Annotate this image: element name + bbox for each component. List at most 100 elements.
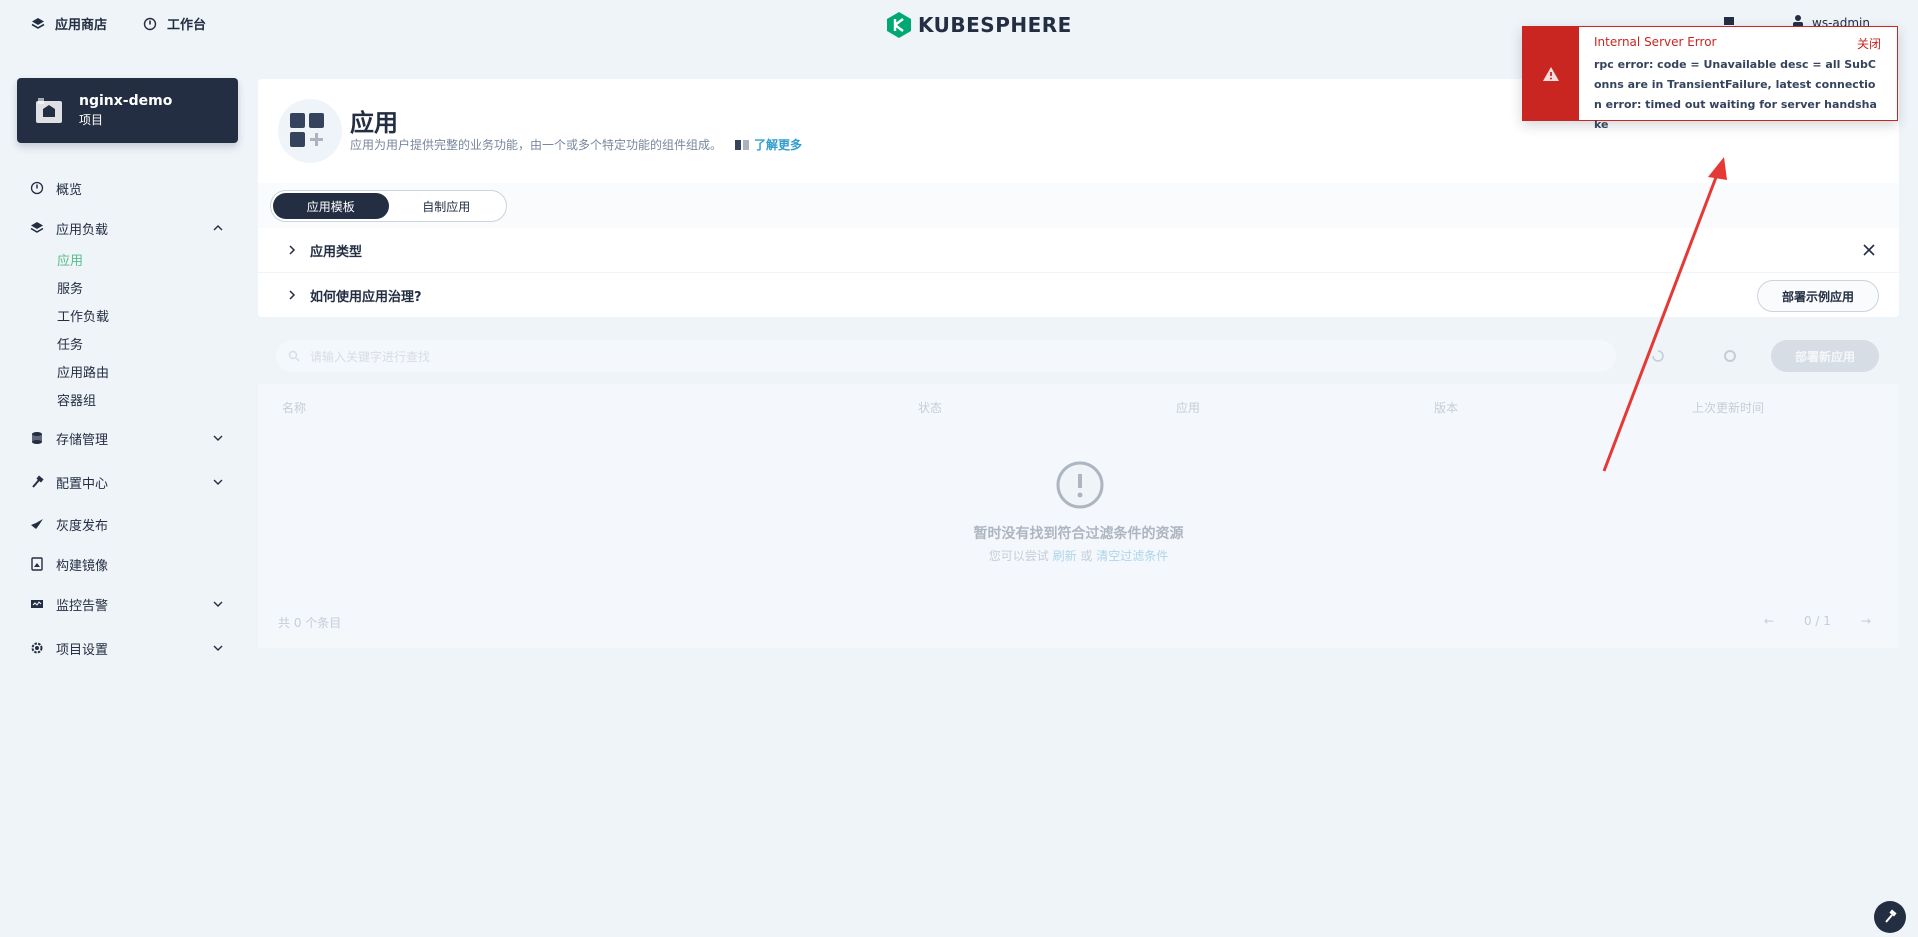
tab-app-templates[interactable]: 应用模板 xyxy=(273,193,389,219)
sidebar-item-label: 构建镜像 xyxy=(56,558,109,574)
deploy-sample-app-button[interactable]: 部署示例应用 xyxy=(1756,280,1879,312)
layers-icon xyxy=(30,221,44,235)
tab-composed-apps[interactable]: 自制应用 xyxy=(389,193,505,219)
database-icon xyxy=(30,431,44,445)
hammer-icon xyxy=(30,475,44,489)
sidebar-item-workloads[interactable]: 应用负载 xyxy=(30,208,225,248)
warning-icon xyxy=(1054,459,1106,511)
bird-icon xyxy=(30,517,44,531)
chevron-down-icon xyxy=(211,641,225,655)
sidebar-item-build-image[interactable]: 构建镜像 xyxy=(30,544,225,584)
monitor-icon xyxy=(30,597,44,611)
sidebar-item-label: 灰度发布 xyxy=(56,518,109,534)
grid-plus-icon xyxy=(290,113,324,147)
refresh-icon[interactable] xyxy=(1650,348,1666,364)
sidebar-item-storage[interactable]: 存储管理 xyxy=(30,416,225,460)
column-header-status: 状态 xyxy=(918,401,943,415)
tabs-bar: 应用模板 自制应用 xyxy=(258,183,1899,228)
empty-title: 暂时没有找到符合过滤条件的资源 xyxy=(973,526,1184,542)
sidebar-item-label: 配置中心 xyxy=(56,476,109,492)
sidebar-item-grayscale[interactable]: 灰度发布 xyxy=(30,504,225,544)
deploy-new-app-button[interactable]: 部署新应用 xyxy=(1770,340,1879,372)
image-build-icon xyxy=(30,557,44,571)
search-input[interactable]: 请输入关键字进行查找 xyxy=(276,340,1616,372)
book-icon xyxy=(735,139,750,150)
app-types-row[interactable]: 应用类型 xyxy=(258,228,1899,273)
learn-more-label: 了解更多 xyxy=(754,138,803,152)
page-indicator: 0 / 1 xyxy=(1803,614,1831,628)
sidebar-subitem-pods[interactable]: 容器组 xyxy=(57,388,225,416)
sidebar-subitem-apps[interactable]: 应用 xyxy=(57,248,225,276)
error-close-button[interactable]: 关闭 xyxy=(1857,35,1881,52)
chevron-down-icon xyxy=(211,431,225,445)
description-text: 应用为用户提供完整的业务功能，由一个或多个特定功能的组件组成。 xyxy=(350,138,723,152)
empty-prefix: 您可以尝试 xyxy=(988,549,1049,563)
project-icon xyxy=(33,95,65,127)
table-header: 名称 状态 应用 版本 上次更新时间 xyxy=(258,384,1899,429)
project-type: 项目 xyxy=(79,113,104,127)
page-title: 应用 xyxy=(350,109,398,137)
sidebar-item-label: 存储管理 xyxy=(56,432,109,448)
learn-more-link[interactable]: 了解更多 xyxy=(734,136,802,153)
app-store-link[interactable]: 应用商店 xyxy=(31,14,107,33)
sidebar-item-config[interactable]: 配置中心 xyxy=(30,460,225,504)
page-description: 应用为用户提供完整的业务功能，由一个或多个特定功能的组件组成。 了解更多 xyxy=(350,136,802,153)
table-toolbar: 请输入关键字进行查找 部署新应用 xyxy=(258,328,1899,384)
chevron-right-icon xyxy=(286,289,298,301)
chevron-right-icon xyxy=(286,244,298,256)
app-icon xyxy=(278,99,342,163)
chevron-down-icon xyxy=(211,475,225,489)
column-header-updated[interactable]: 上次更新时间 xyxy=(1692,399,1764,416)
empty-or: 或 xyxy=(1080,549,1093,563)
kubesphere-logo-icon xyxy=(887,12,911,38)
sidebar-item-label: 应用负载 xyxy=(56,222,109,238)
sidebar-item-label: 项目设置 xyxy=(56,642,109,658)
sidebar-subitem-routes[interactable]: 应用路由 xyxy=(57,360,225,388)
sidebar-subitem-services[interactable]: 服务 xyxy=(57,276,225,304)
gear-icon[interactable] xyxy=(1722,348,1738,364)
chevron-up-icon xyxy=(211,221,225,235)
search-icon xyxy=(288,350,300,362)
column-header-name[interactable]: 名称 xyxy=(282,399,306,416)
logo-text: KUBESPHERE xyxy=(918,13,1072,37)
refresh-link[interactable]: 刷新 xyxy=(1053,549,1077,563)
app-table: 请输入关键字进行查找 部署新应用 名称 状态 应用 版本 上次更新时间 暂时没有… xyxy=(258,328,1899,658)
dashboard-icon xyxy=(30,181,44,195)
clear-filters-link[interactable]: 清空过滤条件 xyxy=(1096,549,1168,563)
dashboard-icon xyxy=(143,17,157,31)
app-tabs: 应用模板 自制应用 xyxy=(270,190,507,222)
sidebar-item-label: 监控告警 xyxy=(56,598,109,614)
prev-page-icon[interactable]: ← xyxy=(1764,614,1774,628)
error-message: rpc error: code = Unavailable desc = all… xyxy=(1594,58,1877,131)
close-icon[interactable] xyxy=(1861,242,1877,258)
pagination: ← 0 / 1 → xyxy=(1764,614,1871,628)
app-store-label: 应用商店 xyxy=(55,18,108,33)
column-header-version: 版本 xyxy=(1434,401,1459,415)
empty-subtitle: 您可以尝试 刷新 或 清空过滤条件 xyxy=(258,547,1899,564)
next-page-icon[interactable]: → xyxy=(1861,614,1871,628)
app-governance-label: 如何使用应用治理? xyxy=(310,289,422,305)
workbench-link[interactable]: 工作台 xyxy=(143,14,206,33)
table-footer: 共 0 个条目 ← 0 / 1 → xyxy=(258,594,1899,648)
sidebar-subitem-workloads[interactable]: 工作负载 xyxy=(57,304,225,332)
workbench-label: 工作台 xyxy=(167,18,207,33)
error-side xyxy=(1523,27,1579,120)
search-placeholder: 请输入关键字进行查找 xyxy=(310,349,431,364)
app-types-label: 应用类型 xyxy=(310,244,363,260)
warning-triangle-icon xyxy=(1543,66,1559,81)
sidebar-subitem-jobs[interactable]: 任务 xyxy=(57,332,225,360)
sidebar-item-settings[interactable]: 项目设置 xyxy=(30,624,225,672)
project-card[interactable]: nginx-demo 项目 xyxy=(17,78,238,143)
error-title: Internal Server Error xyxy=(1594,35,1717,49)
sidebar-nav: 概览 应用负载 应用 服务 工作负载 任务 应用路由 容器组 存储管理 配置中心… xyxy=(30,168,225,672)
sidebar-item-overview[interactable]: 概览 xyxy=(30,168,225,208)
empty-state: 暂时没有找到符合过滤条件的资源 您可以尝试 刷新 或 清空过滤条件 xyxy=(258,429,1899,594)
kubesphere-logo[interactable]: KUBESPHERE xyxy=(886,11,1072,39)
error-notification: Internal Server Error 关闭 rpc error: code… xyxy=(1522,26,1898,131)
app-governance-row[interactable]: 如何使用应用治理? 部署示例应用 xyxy=(258,273,1899,318)
hammer-icon xyxy=(1885,909,1897,923)
column-header-app: 应用 xyxy=(1176,401,1201,415)
toolbox-button[interactable] xyxy=(1874,901,1906,933)
chevron-down-icon xyxy=(211,597,225,611)
sidebar-item-monitoring[interactable]: 监控告警 xyxy=(30,584,225,624)
